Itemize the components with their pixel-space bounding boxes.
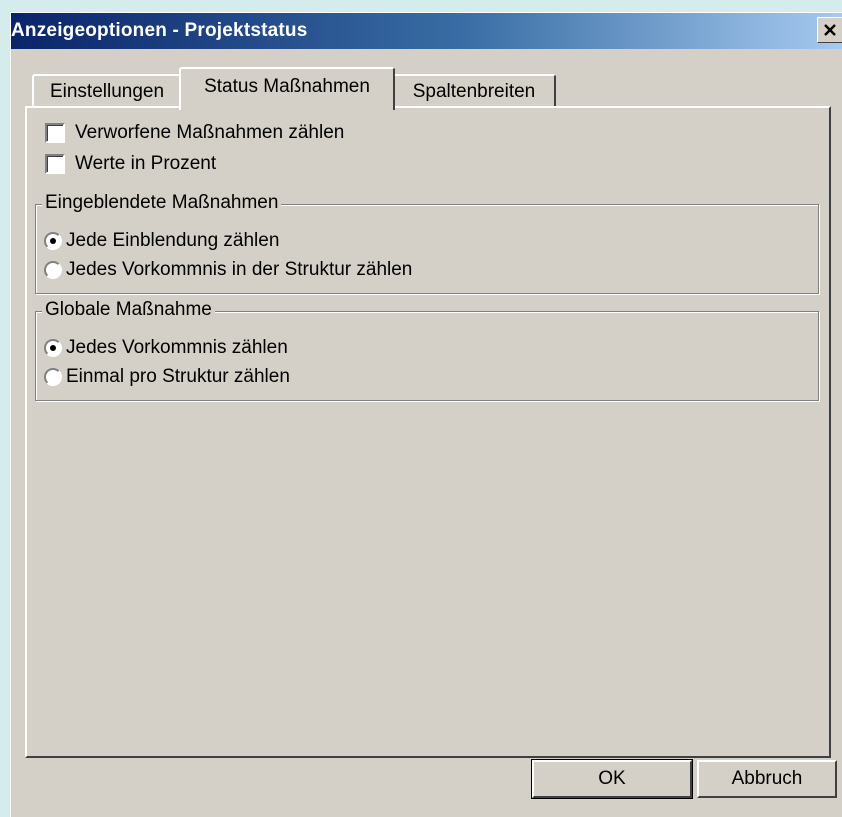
radio-jedes-vorkommnis[interactable]: Jedes Vorkommnis zählen xyxy=(44,337,464,361)
tab-label: Status Maßnahmen xyxy=(204,76,370,97)
groupbox-title: Globale Maßnahme xyxy=(42,299,215,321)
radio-selected-dot xyxy=(50,345,56,351)
checkbox-verworfene-massnahmen[interactable]: Verworfene Maßnahmen zählen xyxy=(45,122,465,146)
checkbox-box[interactable] xyxy=(45,154,65,174)
window-title: Anzeigeoptionen - Projektstatus xyxy=(11,20,308,41)
radio-jedes-vorkommnis-struktur[interactable]: Jedes Vorkommnis in der Struktur zählen xyxy=(44,259,564,283)
radio-button[interactable] xyxy=(44,339,62,357)
radio-button[interactable] xyxy=(44,368,62,386)
checkbox-label: Werte in Prozent xyxy=(75,153,217,174)
checkbox-label: Verworfene Maßnahmen zählen xyxy=(75,122,345,143)
radio-label: Jede Einblendung zählen xyxy=(66,230,280,251)
tab-einstellungen[interactable]: Einstellungen xyxy=(32,74,182,108)
tab-status-massnahmen[interactable]: Status Maßnahmen xyxy=(179,67,395,110)
radio-label: Jedes Vorkommnis in der Struktur zählen xyxy=(66,259,413,280)
close-button[interactable] xyxy=(817,17,842,43)
radio-selected-dot xyxy=(50,238,56,244)
active-tab-join xyxy=(181,105,393,108)
tab-label: Spaltenbreiten xyxy=(412,81,536,102)
tab-panel: Verworfene Maßnahmen zählen Werte in Pro… xyxy=(25,106,831,758)
ok-button[interactable]: OK xyxy=(531,759,693,799)
dialog-window: Anzeigeoptionen - Projektstatus Einstell… xyxy=(10,12,842,817)
radio-einmal-pro-struktur[interactable]: Einmal pro Struktur zählen xyxy=(44,366,464,390)
radio-jede-einblendung[interactable]: Jede Einblendung zählen xyxy=(44,230,564,254)
radio-button[interactable] xyxy=(44,232,62,250)
radio-label: Jedes Vorkommnis zählen xyxy=(66,337,288,358)
cancel-button[interactable]: Abbruch xyxy=(697,760,837,798)
checkbox-werte-in-prozent[interactable]: Werte in Prozent xyxy=(45,153,345,177)
groupbox-globale-massnahme: Globale Maßnahme Jedes Vorkommnis zählen… xyxy=(35,299,819,401)
checkbox-box[interactable] xyxy=(45,123,65,143)
close-icon xyxy=(824,24,836,36)
tab-spaltenbreiten[interactable]: Spaltenbreiten xyxy=(392,74,556,108)
radio-label: Einmal pro Struktur zählen xyxy=(66,366,290,387)
radio-button[interactable] xyxy=(44,261,62,279)
groupbox-eingeblendete-massnahmen: Eingeblendete Maßnahmen Jede Einblendung… xyxy=(35,192,819,294)
tab-label: Einstellungen xyxy=(49,81,165,102)
groupbox-title: Eingeblendete Maßnahmen xyxy=(42,192,282,214)
title-bar[interactable]: Anzeigeoptionen - Projektstatus xyxy=(11,13,842,49)
